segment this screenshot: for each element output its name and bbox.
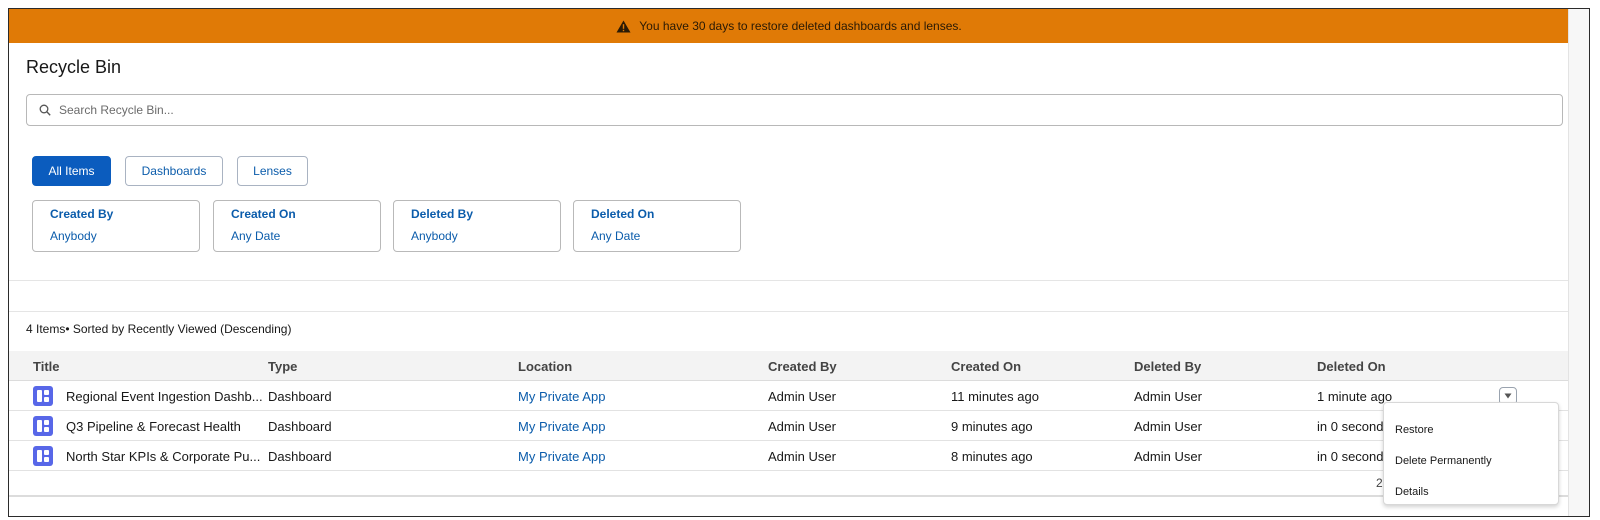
- filter-deleted-by-value: Anybody: [411, 229, 458, 243]
- filter-deleted-by[interactable]: Deleted By Anybody: [393, 200, 561, 252]
- filter-created-on-value: Any Date: [231, 229, 281, 243]
- row-deleted-on: 1 minute ago: [1317, 389, 1393, 404]
- row-deleted-on: in 0 seconds: [1317, 419, 1390, 434]
- column-header-deleted-by[interactable]: Deleted By: [1134, 359, 1201, 374]
- row-created-on: 9 minutes ago: [951, 419, 1033, 434]
- filter-created-by[interactable]: Created By Anybody: [32, 200, 200, 252]
- tab-all-items[interactable]: All Items: [32, 156, 111, 186]
- dashboard-icon: [33, 416, 53, 436]
- row-location-link[interactable]: My Private App: [518, 449, 605, 464]
- tab-lenses[interactable]: Lenses: [237, 156, 308, 186]
- filter-deleted-on-label: Deleted On: [591, 207, 655, 221]
- table-header: Title Type Location Created By Created O…: [9, 351, 1569, 381]
- row-deleted-by: Admin User: [1134, 389, 1202, 404]
- column-header-location[interactable]: Location: [518, 359, 572, 374]
- row-deleted-on: in 0 seconds: [1317, 449, 1390, 464]
- dashboard-icon: [33, 386, 53, 406]
- filter-created-on-label: Created On: [231, 207, 296, 221]
- column-header-title[interactable]: Title: [33, 359, 60, 374]
- warning-icon: [616, 20, 631, 32]
- row-title[interactable]: Regional Event Ingestion Dashb...: [66, 389, 263, 404]
- warning-banner: You have 30 days to restore deleted dash…: [9, 9, 1569, 43]
- recycle-bin-window: You have 30 days to restore deleted dash…: [8, 8, 1590, 517]
- row-created-by: Admin User: [768, 389, 836, 404]
- table-footer-line: [9, 495, 1569, 497]
- menu-item-delete-permanently[interactable]: Delete Permanently: [1395, 455, 1492, 467]
- menu-item-details[interactable]: Details: [1395, 486, 1429, 498]
- row-location-link[interactable]: My Private App: [518, 389, 605, 404]
- page-title: Recycle Bin: [26, 57, 122, 77]
- list-summary: 4 Items• Sorted by Recently Viewed (Desc…: [26, 322, 292, 336]
- filter-created-by-label: Created By: [50, 207, 114, 221]
- column-header-type[interactable]: Type: [268, 359, 297, 374]
- table-row[interactable]: Q3 Pipeline & Forecast Health Dashboard …: [9, 411, 1569, 441]
- section-divider: [9, 311, 1569, 312]
- column-header-created-on[interactable]: Created On: [951, 359, 1021, 374]
- row-created-on: 11 minutes ago: [951, 389, 1039, 404]
- filter-created-by-value: Anybody: [50, 229, 97, 243]
- section-divider: [9, 280, 1569, 281]
- row-type: Dashboard: [268, 419, 332, 434]
- menu-item-restore[interactable]: Restore: [1395, 424, 1434, 436]
- search-icon: [39, 104, 51, 116]
- row-actions-menu: Restore Delete Permanently Details: [1383, 402, 1559, 505]
- chevron-down-icon: [1504, 393, 1512, 399]
- dashboard-icon: [33, 446, 53, 466]
- row-created-on: 8 minutes ago: [951, 449, 1033, 464]
- table-row[interactable]: North Star KPIs & Corporate Pu... Dashbo…: [9, 441, 1569, 471]
- column-header-deleted-on[interactable]: Deleted On: [1317, 359, 1386, 374]
- column-header-created-by[interactable]: Created By: [768, 359, 837, 374]
- row-title[interactable]: Q3 Pipeline & Forecast Health: [66, 419, 241, 434]
- row-created-by: Admin User: [768, 419, 836, 434]
- table-row[interactable]: Regional Event Ingestion Dashb... Dashbo…: [9, 381, 1569, 411]
- vertical-scrollbar[interactable]: [1568, 9, 1589, 516]
- row-location-link[interactable]: My Private App: [518, 419, 605, 434]
- filter-deleted-on-value: Any Date: [591, 229, 641, 243]
- search-box[interactable]: [26, 94, 1563, 126]
- row-deleted-by: Admin User: [1134, 449, 1202, 464]
- row-deleted-by: Admin User: [1134, 419, 1202, 434]
- row-type: Dashboard: [268, 449, 332, 464]
- row-type: Dashboard: [268, 389, 332, 404]
- warning-banner-text: You have 30 days to restore deleted dash…: [639, 19, 962, 33]
- row-created-by: Admin User: [768, 449, 836, 464]
- search-input[interactable]: [59, 103, 1459, 117]
- partially-hidden-text: 2: [1376, 476, 1383, 490]
- filter-deleted-by-label: Deleted By: [411, 207, 474, 221]
- filter-deleted-on[interactable]: Deleted On Any Date: [573, 200, 741, 252]
- tab-dashboards[interactable]: Dashboards: [125, 156, 223, 186]
- filter-created-on[interactable]: Created On Any Date: [213, 200, 381, 252]
- row-title[interactable]: North Star KPIs & Corporate Pu...: [66, 449, 260, 464]
